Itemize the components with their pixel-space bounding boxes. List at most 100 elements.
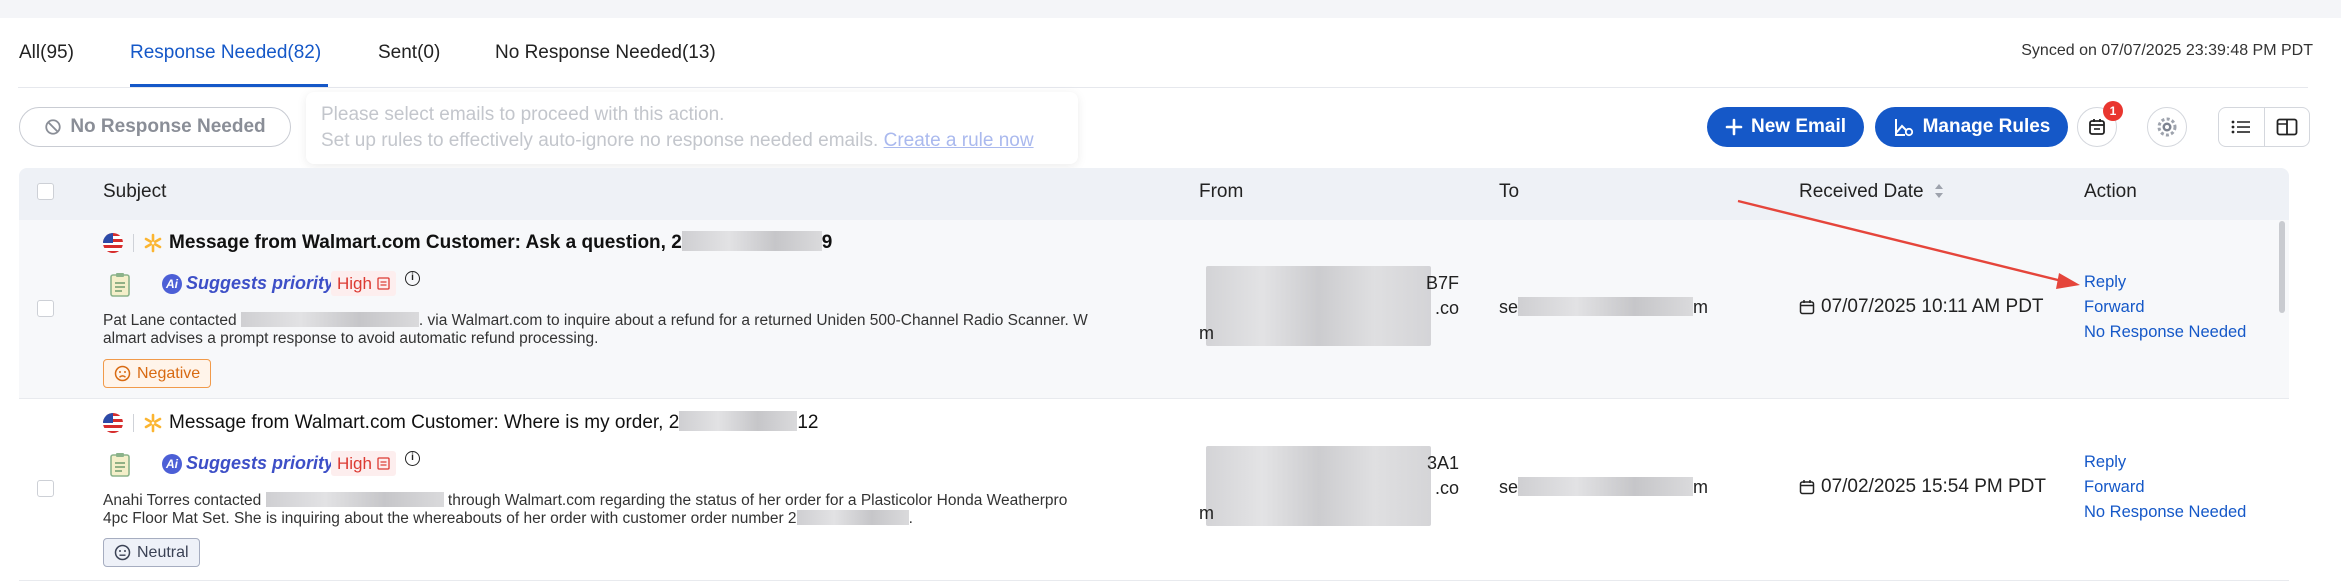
to-prefix: se bbox=[1499, 477, 1519, 497]
summary-part-d: . bbox=[908, 510, 913, 527]
subject-suffix: 12 bbox=[797, 412, 819, 433]
sentiment-text: Neutral bbox=[137, 543, 189, 561]
from-line-2: .co bbox=[1434, 478, 1459, 498]
split-view-button[interactable] bbox=[2263, 108, 2309, 146]
ai-icon: Ai bbox=[162, 454, 182, 474]
ai-icon: Ai bbox=[162, 274, 182, 294]
suggests-priority-label: Suggests priority: bbox=[186, 273, 341, 293]
table-scrollbar[interactable] bbox=[2279, 221, 2285, 313]
create-rule-link[interactable]: Create a rule now bbox=[884, 130, 1034, 151]
calendar-icon bbox=[1799, 480, 1815, 495]
plus-icon bbox=[1725, 118, 1743, 136]
redacted-text bbox=[681, 231, 822, 251]
header-to: To bbox=[1499, 181, 1520, 202]
settings-button[interactable] bbox=[2147, 107, 2187, 147]
header-subject: Subject bbox=[103, 181, 167, 202]
calendar-icon bbox=[2089, 119, 2105, 135]
walmart-spark-icon bbox=[144, 413, 162, 433]
row-checkbox[interactable] bbox=[37, 480, 54, 497]
tooltip-line-2: Set up rules to effectively auto-ignore … bbox=[321, 128, 1063, 154]
redacted-text bbox=[679, 411, 798, 431]
subject-suffix: 9 bbox=[821, 232, 833, 253]
redacted-text bbox=[1518, 297, 1694, 316]
reply-link[interactable]: Reply bbox=[2084, 273, 2126, 292]
to-prefix: se bbox=[1499, 297, 1519, 317]
summary-part-b: . via Walmart.com to inquire about a ref… bbox=[418, 312, 1088, 329]
summary-part-c: 4pc Floor Mat Set. She is inquiring abou… bbox=[103, 510, 797, 527]
tab-bar: All(95) Response Needed(82) Sent(0) No R… bbox=[0, 18, 2341, 88]
no-response-needed-link[interactable]: No Response Needed bbox=[2084, 503, 2246, 522]
priority-badge[interactable]: High bbox=[331, 451, 396, 476]
ai-summary: Pat Lane contacted . via Walmart.com to … bbox=[103, 312, 1163, 348]
to-suffix: m bbox=[1693, 477, 1709, 497]
sentiment-text: Negative bbox=[137, 364, 201, 382]
list-icon bbox=[2232, 120, 2251, 134]
redacted-text bbox=[796, 510, 909, 525]
neutral-face-icon bbox=[114, 544, 131, 561]
calendar-icon bbox=[1799, 300, 1815, 315]
sort-icon[interactable] bbox=[1933, 182, 1945, 200]
sad-face-icon bbox=[114, 365, 131, 382]
manage-rules-button[interactable]: Manage Rules bbox=[1875, 107, 2068, 147]
row-checkbox[interactable] bbox=[37, 300, 54, 317]
us-flag-icon bbox=[103, 233, 123, 253]
email-subject[interactable]: Message from Walmart.com Customer: Ask a… bbox=[169, 231, 832, 254]
clipboard-icon bbox=[110, 453, 130, 477]
tooltip-line-2-text: Set up rules to effectively auto-ignore … bbox=[321, 130, 879, 151]
info-icon[interactable]: i bbox=[405, 271, 420, 286]
tab-response-needed[interactable]: Response Needed(82) bbox=[130, 42, 321, 64]
email-subject[interactable]: Message from Walmart.com Customer: Where… bbox=[169, 411, 818, 434]
view-toggle bbox=[2218, 107, 2310, 147]
from-line-1: 3A1 bbox=[1426, 453, 1459, 473]
tab-sent[interactable]: Sent(0) bbox=[378, 42, 440, 64]
table-header bbox=[19, 168, 2289, 220]
subject-text: Message from Walmart.com Customer: Where… bbox=[169, 412, 680, 433]
suggests-priority-label: Suggests priority: bbox=[186, 453, 341, 473]
edit-priority-icon bbox=[377, 277, 390, 290]
header-received-date[interactable]: Received Date bbox=[1799, 181, 1945, 203]
subject-text: Message from Walmart.com Customer: Ask a… bbox=[169, 232, 682, 253]
tab-all[interactable]: All(95) bbox=[19, 42, 74, 64]
from-line-3: m bbox=[1199, 503, 1214, 523]
clipboard-icon bbox=[110, 273, 130, 297]
new-email-button[interactable]: New Email bbox=[1707, 107, 1864, 147]
separator bbox=[133, 414, 134, 432]
forward-link[interactable]: Forward bbox=[2084, 298, 2145, 317]
header-action: Action bbox=[2084, 181, 2137, 202]
action-tooltip: Please select emails to proceed with thi… bbox=[306, 92, 1078, 164]
gear-icon bbox=[2157, 117, 2177, 137]
priority-badge[interactable]: High bbox=[331, 271, 396, 296]
to-suffix: m bbox=[1693, 297, 1709, 317]
notification-badge: 1 bbox=[2103, 101, 2123, 121]
received-date: 07/02/2025 15:54 PM PDT bbox=[1799, 476, 2046, 498]
tabs-divider bbox=[18, 87, 2308, 88]
redacted-text bbox=[265, 492, 444, 507]
sync-status: Synced on 07/07/2025 23:39:48 PM PDT bbox=[2021, 42, 2313, 59]
no-response-needed-link[interactable]: No Response Needed bbox=[2084, 323, 2246, 342]
info-icon[interactable]: i bbox=[405, 451, 420, 466]
tab-no-response-needed[interactable]: No Response Needed(13) bbox=[495, 42, 716, 64]
new-email-label: New Email bbox=[1750, 116, 1847, 137]
to-address: se m bbox=[1499, 477, 1708, 498]
select-all-checkbox[interactable] bbox=[37, 183, 54, 200]
summary-part-a: Pat Lane contacted bbox=[103, 312, 237, 329]
from-line-2: .co bbox=[1434, 298, 1459, 318]
forward-link[interactable]: Forward bbox=[2084, 478, 2145, 497]
list-view-button[interactable] bbox=[2219, 108, 2264, 146]
redacted-text bbox=[1518, 477, 1694, 496]
manage-rules-label: Manage Rules bbox=[1922, 116, 2051, 137]
received-date-text: 07/02/2025 15:54 PM PDT bbox=[1821, 476, 2046, 497]
reply-link[interactable]: Reply bbox=[2084, 453, 2126, 472]
no-response-needed-button[interactable]: No Response Needed bbox=[19, 107, 291, 147]
block-icon bbox=[45, 119, 61, 135]
priority-text: High bbox=[337, 453, 372, 473]
rules-icon bbox=[1894, 119, 1913, 137]
header-from: From bbox=[1199, 181, 1244, 202]
received-date-text: 07/07/2025 10:11 AM PDT bbox=[1821, 296, 2044, 317]
from-line-3: m bbox=[1199, 323, 1214, 343]
priority-text: High bbox=[337, 273, 372, 293]
split-view-icon bbox=[2276, 118, 2298, 136]
from-line-1: B7F bbox=[1425, 273, 1459, 293]
summary-part-a: Anahi Torres contacted bbox=[103, 492, 262, 509]
received-date: 07/07/2025 10:11 AM PDT bbox=[1799, 296, 2044, 318]
